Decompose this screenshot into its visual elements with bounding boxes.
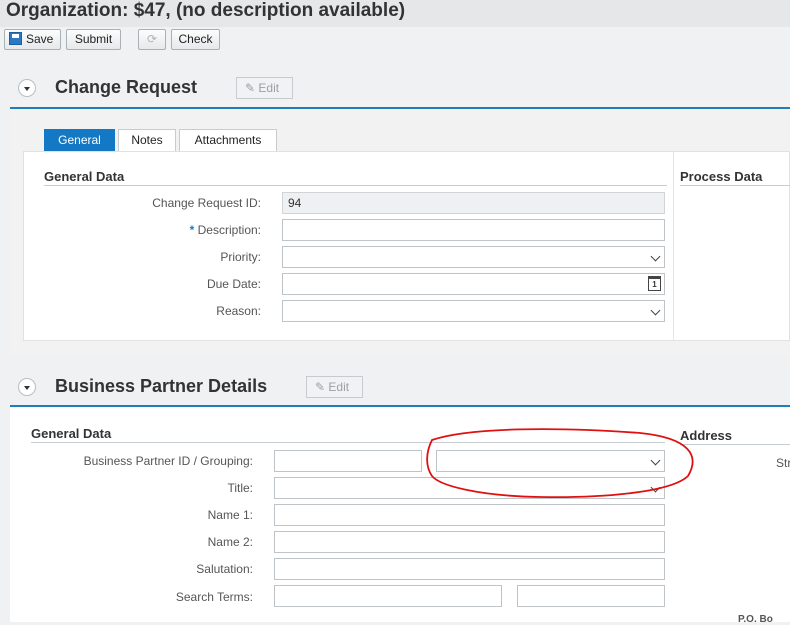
annotation-ellipse — [426, 428, 694, 499]
